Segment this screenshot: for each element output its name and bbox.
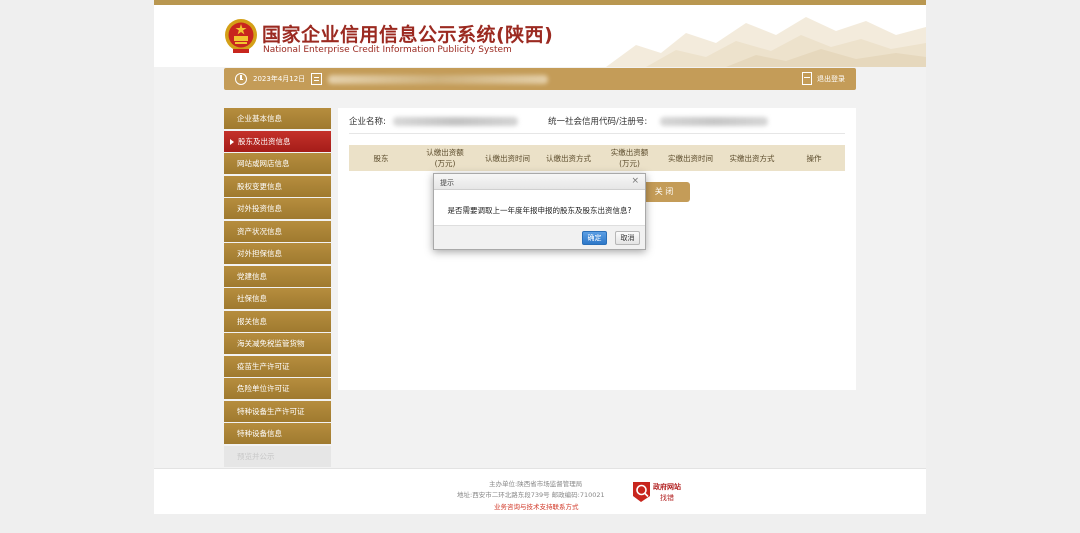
dialog-footer: 确定 取消 (434, 225, 645, 249)
sidebar-item-label: 海关减免税监管货物 (237, 339, 305, 348)
dialog-message: 是否需要调取上一年度年报申报的股东及股东出资信息? (447, 206, 632, 215)
page: 国家企业信用信息公示系统(陕西) National Enterprise Cre… (154, 0, 926, 514)
mountain-decoration (606, 17, 926, 67)
site-footer: 主办单位:陕西省市场监督管理局 地址:西安市二环北路东段739号 邮政编码:71… (154, 468, 926, 514)
logout-icon[interactable] (802, 72, 812, 85)
dialog-header: 提示 × (434, 174, 645, 190)
sidebar-item-assets[interactable]: 资产状况信息 (224, 220, 331, 242)
redacted-entity-name (393, 117, 518, 126)
national-emblem-icon (225, 19, 257, 53)
sidebar-menu: 企业基本信息 股东及出资信息 网站或网店信息 股权变更信息 对外投资信息 资产状… (224, 108, 331, 468)
divider (349, 133, 845, 134)
sidebar-item-hazard-license[interactable]: 危险单位许可证 (224, 378, 331, 399)
logout-link[interactable]: 退出登录 (817, 74, 845, 84)
sidebar-item-label: 对外投资信息 (237, 204, 282, 213)
sidebar-item-customs[interactable]: 报关信息 (224, 310, 331, 332)
sidebar-item-preview-publish: 预览并公示 (224, 445, 331, 467)
credit-code-label: 统一社会信用代码/注册号: (548, 117, 648, 127)
redacted-credit-code (660, 117, 768, 126)
sidebar-item-vaccine-license[interactable]: 疫苗生产许可证 (224, 355, 331, 377)
sidebar-item-investment[interactable]: 对外投资信息 (224, 198, 331, 219)
sidebar-item-label: 股东及出资信息 (238, 136, 291, 146)
site-subtitle: National Enterprise Credit Information P… (263, 45, 512, 55)
confirm-dialog: 提示 × 是否需要调取上一年度年报申报的股东及股东出资信息? 确定 取消 (433, 173, 646, 250)
sidebar-item-label: 危险单位许可证 (237, 384, 290, 393)
column-header: 认缴出资时间 (485, 153, 530, 163)
column-header: 认缴出资方式 (546, 153, 591, 163)
sidebar-item-label: 股权变更信息 (237, 181, 282, 191)
site-title: 国家企业信用信息公示系统(陕西) (262, 24, 554, 46)
sidebar-item-basic-info[interactable]: 企业基本信息 (224, 108, 331, 129)
caret-right-icon (230, 138, 234, 145)
sidebar-item-shareholders[interactable]: 股东及出资信息 (224, 130, 331, 152)
gov-badge-line2: 找错 (660, 494, 674, 502)
sidebar-item-label: 特种设备信息 (237, 429, 282, 438)
sidebar-item-label: 资产状况信息 (237, 226, 282, 236)
dialog-title: 提示 (440, 179, 454, 187)
column-header: 实缴出资方式 (729, 153, 775, 163)
footer-support-link[interactable]: 业务咨询与技术支持联系方式 (494, 501, 579, 511)
column-header: 股东 (373, 153, 389, 163)
site-header: 国家企业信用信息公示系统(陕西) National Enterprise Cre… (154, 5, 926, 67)
sidebar-item-social-security[interactable]: 社保信息 (224, 288, 331, 309)
info-bar: 2023年4月12日 退出登录 (224, 68, 856, 90)
id-card-icon (311, 73, 322, 85)
sidebar-item-label: 预览并公示 (237, 451, 275, 461)
clock-icon (235, 73, 247, 85)
sidebar-item-party[interactable]: 党建信息 (224, 265, 331, 287)
sidebar-item-label: 社保信息 (237, 294, 267, 303)
redacted-company-name (328, 75, 548, 84)
sidebar-item-customs-goods[interactable]: 海关减免税监管货物 (224, 333, 331, 354)
footer-address: 地址:西安市二环北路东段739号 邮政编码:710021 (457, 491, 605, 499)
shareholder-table-header: 股东 认缴出资额 (万元) 认缴出资时间 认缴出资方式 实缴出资额 (万元) 实… (349, 145, 845, 171)
sidebar-item-equipment-info[interactable]: 特种设备信息 (224, 423, 331, 444)
confirm-button[interactable]: 确定 (582, 231, 607, 245)
sidebar-item-label: 特种设备生产许可证 (237, 406, 305, 416)
sidebar-item-label: 党建信息 (237, 271, 267, 281)
sidebar-item-websites[interactable]: 网站或网店信息 (224, 153, 331, 174)
sidebar-item-label: 疫苗生产许可证 (237, 361, 290, 371)
footer-host: 主办单位:陕西省市场监督管理局 (489, 480, 583, 488)
sidebar-item-label: 报关信息 (237, 316, 267, 326)
column-header: 实缴出资额 (万元) (610, 148, 649, 168)
sidebar-item-guarantee[interactable]: 对外担保信息 (224, 243, 331, 264)
sidebar-item-equipment-license[interactable]: 特种设备生产许可证 (224, 400, 331, 422)
sidebar-item-label: 企业基本信息 (237, 114, 282, 123)
current-date: 2023年4月12日 (253, 75, 306, 83)
sidebar-item-label: 对外担保信息 (237, 249, 282, 258)
column-header: 认缴出资额 (万元) (426, 148, 464, 168)
entity-name-label: 企业名称: (349, 117, 386, 127)
dialog-close-icon[interactable]: × (631, 176, 639, 186)
sidebar-item-equity-change[interactable]: 股权变更信息 (224, 175, 331, 197)
cancel-button[interactable]: 取消 (615, 231, 640, 245)
sidebar-item-label: 网站或网店信息 (237, 159, 290, 168)
column-header: 实缴出资时间 (668, 153, 713, 163)
column-header: 操作 (806, 153, 822, 163)
gov-badge-line1: 政府网站 (653, 483, 681, 491)
